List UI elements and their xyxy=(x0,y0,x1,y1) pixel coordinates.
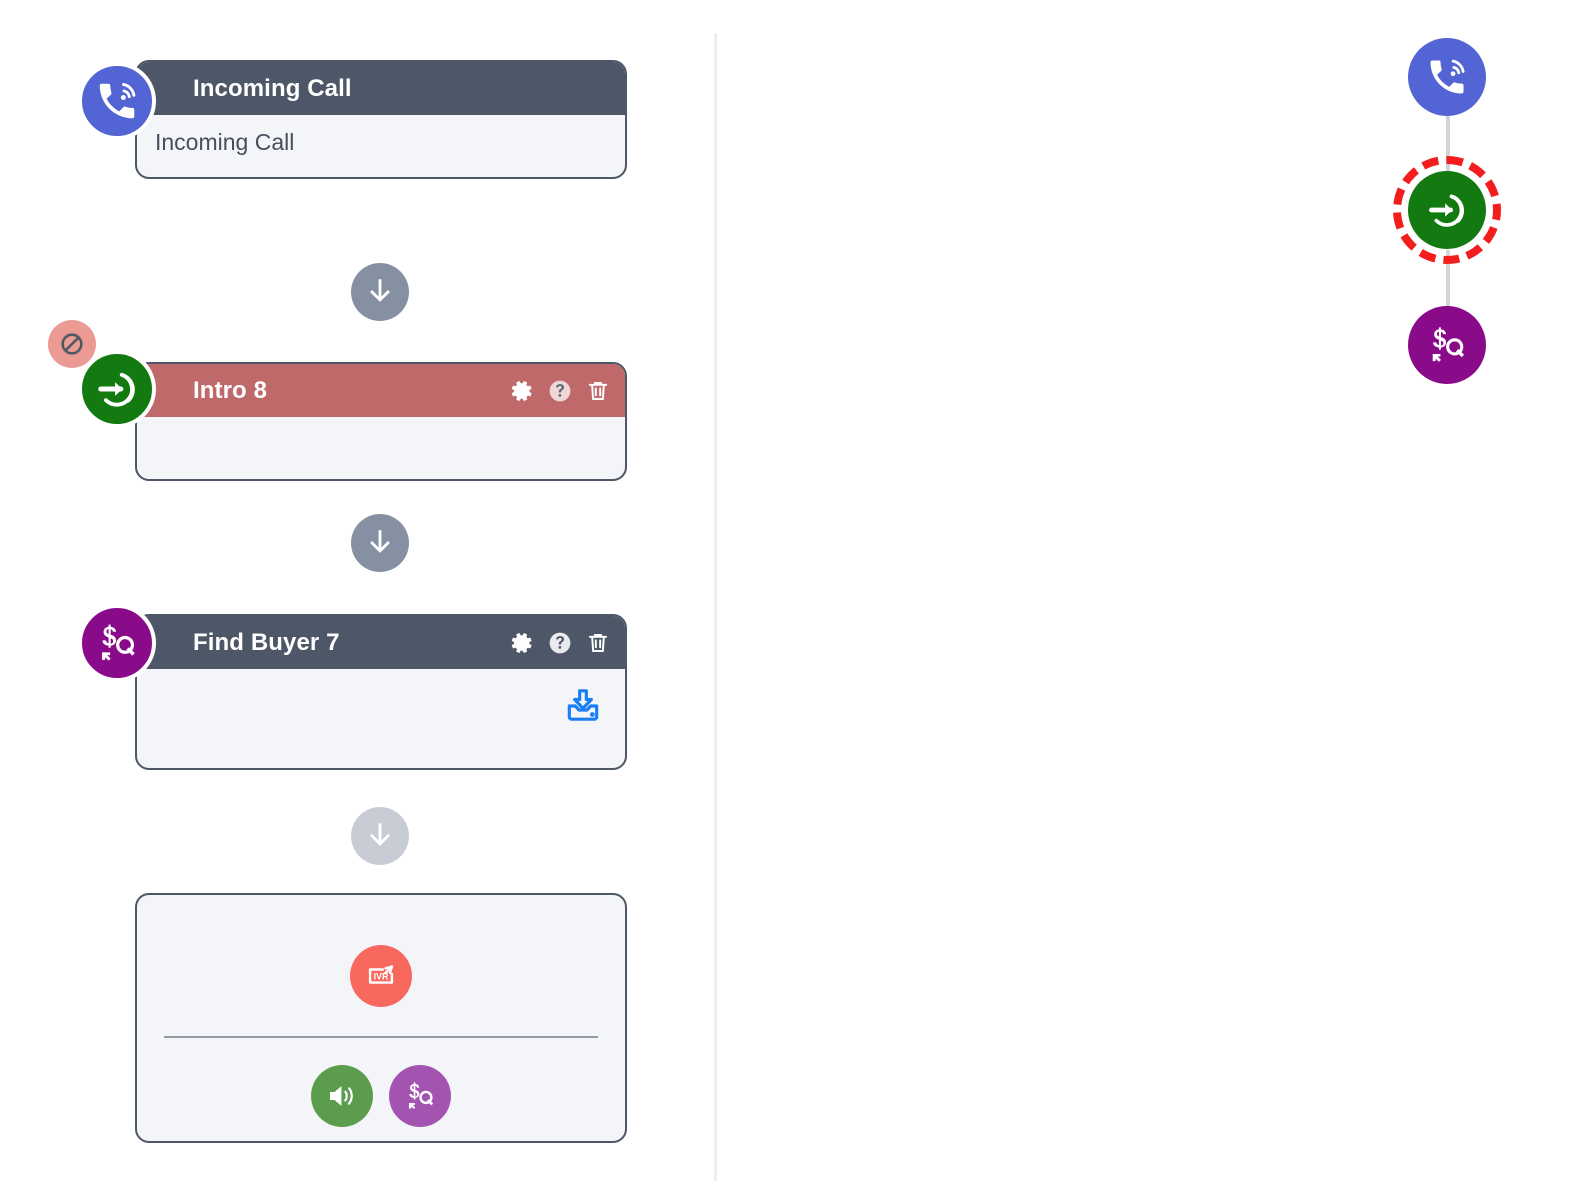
flow-node-intro-8[interactable]: Intro 8 xyxy=(48,320,627,481)
node-body xyxy=(137,417,625,479)
arrow-down-icon xyxy=(370,823,390,846)
node-card: Find Buyer 7 xyxy=(135,614,627,770)
panel-divider xyxy=(714,33,717,1181)
find-buyer-icon xyxy=(1432,327,1465,362)
ivr-node-button[interactable]: IVR xyxy=(350,945,412,1007)
minimap-node-incoming-call[interactable] xyxy=(1408,38,1486,116)
question-mark-icon[interactable] xyxy=(547,378,573,404)
find-buyer-icon xyxy=(78,604,156,682)
incoming-call-icon xyxy=(78,62,156,140)
node-header-actions xyxy=(509,630,611,656)
connector-arrow-2[interactable] xyxy=(351,514,409,572)
minimap-selection-highlight xyxy=(1393,156,1501,264)
node-body xyxy=(137,669,625,768)
node-title: Find Buyer 7 xyxy=(193,628,340,656)
download-inbox-icon[interactable] xyxy=(563,685,603,730)
node-title: Incoming Call xyxy=(193,74,352,102)
flow-column: Incoming Call Incoming Call Intro 8 Find… xyxy=(0,0,714,1198)
flow-builder-canvas: Incoming Call Incoming Call Intro 8 Find… xyxy=(0,0,1586,1198)
node-header: Find Buyer 7 xyxy=(137,616,625,669)
node-header-actions xyxy=(509,378,611,404)
blocked-icon xyxy=(61,333,83,355)
gear-icon[interactable] xyxy=(509,630,535,656)
node-card: Intro 8 xyxy=(135,362,627,481)
enter-arrow-icon xyxy=(78,350,156,428)
connector-arrow-3[interactable] xyxy=(351,807,409,865)
speaker-icon xyxy=(329,1086,353,1106)
node-body: Incoming Call xyxy=(137,115,625,177)
palette-primary-row: IVR xyxy=(350,895,412,1007)
find-buyer-icon xyxy=(408,1082,434,1110)
minimap-node-find-buyer-7[interactable] xyxy=(1408,306,1486,384)
question-mark-icon[interactable] xyxy=(547,630,573,656)
palette-divider xyxy=(164,1036,598,1038)
svg-text:IVR: IVR xyxy=(374,972,389,982)
find-buyer-node-button[interactable] xyxy=(389,1065,451,1127)
trash-icon[interactable] xyxy=(585,630,611,656)
blocked-badge[interactable] xyxy=(48,320,96,368)
node-header: Intro 8 xyxy=(137,364,625,417)
palette-options-row xyxy=(311,1065,451,1127)
flow-node-find-buyer-7[interactable]: Find Buyer 7 xyxy=(78,604,627,770)
node-title: Intro 8 xyxy=(193,376,268,404)
flow-node-incoming-call[interactable]: Incoming Call Incoming Call xyxy=(78,60,627,179)
arrow-down-icon xyxy=(370,530,390,553)
node-header: Incoming Call xyxy=(137,62,625,115)
arrow-down-icon xyxy=(370,279,390,302)
add-node-palette: IVR xyxy=(135,893,627,1143)
connector-arrow-1[interactable] xyxy=(351,263,409,321)
node-card: Incoming Call Incoming Call xyxy=(135,60,627,179)
gear-icon[interactable] xyxy=(509,378,535,404)
incoming-call-icon xyxy=(1430,59,1465,94)
node-body-text: Incoming Call xyxy=(155,129,295,155)
trash-icon[interactable] xyxy=(585,378,611,404)
play-audio-node-button[interactable] xyxy=(311,1065,373,1127)
ivr-icon: IVR xyxy=(368,965,394,984)
